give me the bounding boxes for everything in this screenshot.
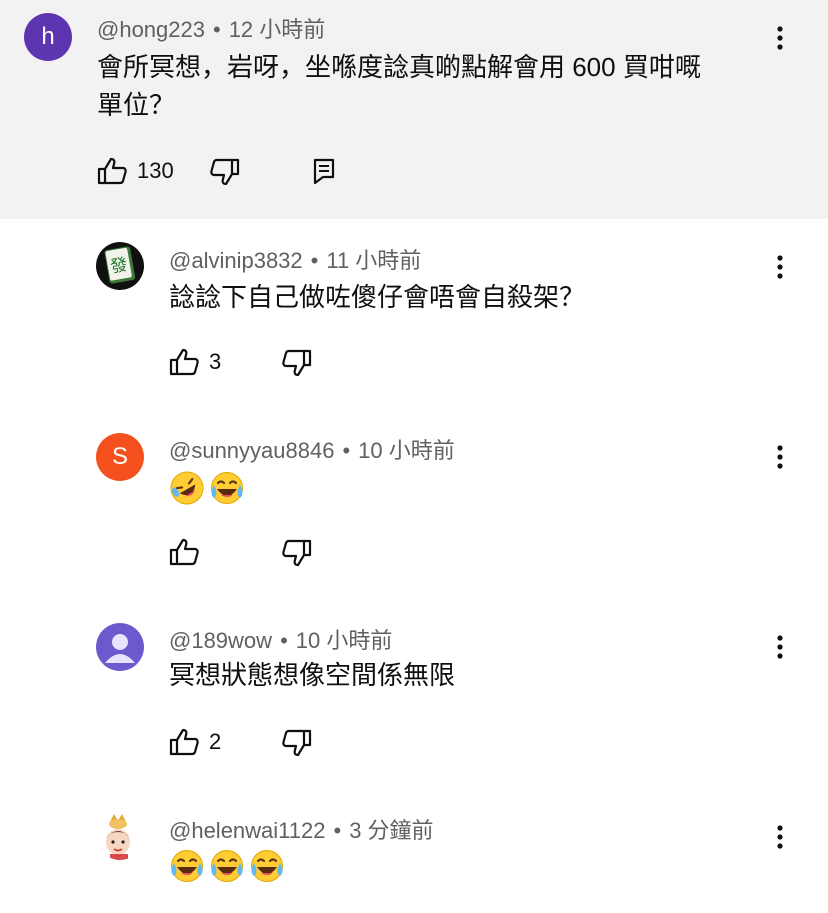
comment-meta: @sunnyyau8846 • 10 小時前 (169, 438, 455, 463)
thumbs-down-icon (282, 539, 312, 567)
comment-menu-button[interactable] (768, 631, 792, 663)
comment-author[interactable]: @189wow (169, 628, 272, 653)
thumbs-up-icon (169, 538, 199, 566)
rolling-on-floor-laughing-emoji (169, 470, 205, 506)
tears-of-joy-emoji (209, 848, 245, 884)
comment-menu-button[interactable] (768, 821, 792, 853)
dislike-button[interactable] (210, 158, 240, 186)
comment-author[interactable]: @helenwai1122 (169, 818, 325, 843)
like-count: 2 (209, 729, 222, 754)
comment-time[interactable]: 12 小時前 (229, 17, 326, 42)
comment-author[interactable]: @hong223 (97, 17, 205, 42)
comment-meta: @helenwai1122 • 3 分鐘前 (169, 818, 434, 843)
dislike-button[interactable] (282, 539, 312, 567)
thumbs-up-icon (169, 728, 199, 756)
reply-button[interactable] (313, 158, 335, 184)
default-user-icon (105, 634, 135, 663)
thumbs-up-icon (97, 157, 127, 185)
avatar[interactable]: S (96, 433, 144, 481)
comment-time[interactable]: 10 小時前 (358, 438, 455, 463)
comment-menu-button[interactable] (768, 441, 792, 473)
thumbs-up-icon (169, 348, 199, 376)
comment-emoji-text (169, 467, 249, 506)
like-count: 130 (137, 158, 174, 183)
comment-time[interactable]: 11 小時前 (326, 248, 421, 273)
like-button[interactable]: 130 (97, 157, 174, 185)
reply-icon (313, 158, 335, 184)
more-vert-icon (777, 635, 783, 659)
tears-of-joy-emoji (169, 848, 205, 884)
like-button[interactable] (169, 538, 199, 566)
thumbs-down-icon (282, 729, 312, 757)
comment-meta: @189wow • 10 小時前 (169, 628, 393, 653)
tears-of-joy-emoji (249, 848, 285, 884)
more-vert-icon (777, 255, 783, 279)
comment-text: 會所冥想，岩呀，坐喺度諗真啲點解會用 600 買咁嘅 單位？ (97, 52, 701, 120)
comment-emoji-text (169, 845, 289, 884)
like-count: 3 (209, 349, 222, 374)
comment-text: 冥想狀態想像空間係無限 (169, 660, 456, 690)
comment-author[interactable]: @alvinip3832 (169, 248, 303, 273)
comment-menu-button[interactable] (768, 251, 792, 283)
comment-time[interactable]: 3 分鐘前 (349, 818, 433, 843)
like-button[interactable]: 2 (169, 728, 221, 756)
comment-meta: @alvinip3832 • 11 小時前 (169, 248, 422, 273)
avatar[interactable]: h (24, 13, 72, 61)
more-vert-icon (777, 445, 783, 469)
comment-menu-button[interactable] (768, 22, 792, 54)
thumbs-down-icon (282, 349, 312, 377)
comment-author[interactable]: @sunnyyau8846 (169, 438, 334, 463)
avatar[interactable]: 發 (96, 242, 144, 290)
svg-text:發: 發 (109, 255, 129, 278)
thumbs-down-icon (210, 158, 240, 186)
comment-time[interactable]: 10 小時前 (296, 628, 393, 653)
comment-text: 諗諗下自己做咗傻仔會唔會自殺架？ (169, 282, 586, 312)
avatar[interactable] (96, 812, 144, 860)
avatar[interactable] (96, 623, 144, 671)
dislike-button[interactable] (282, 349, 312, 377)
tears-of-joy-emoji (209, 470, 245, 506)
more-vert-icon (777, 26, 783, 50)
comment-meta: @hong223 • 12 小時前 (97, 17, 326, 42)
like-button[interactable]: 3 (169, 348, 221, 376)
more-vert-icon (777, 825, 783, 849)
dislike-button[interactable] (282, 729, 312, 757)
